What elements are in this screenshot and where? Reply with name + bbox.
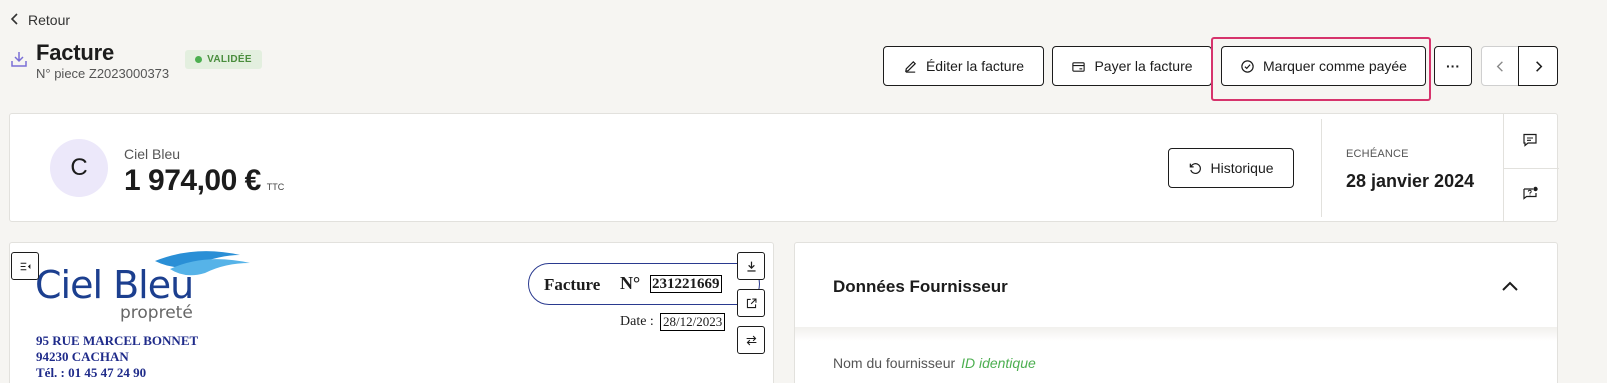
history-icon (1190, 162, 1202, 174)
divider (1321, 119, 1322, 217)
help-notification-button[interactable] (1510, 174, 1550, 214)
comment-button[interactable] (1510, 120, 1550, 160)
status-label: VALIDÉE (207, 54, 252, 65)
invoice-document-preview: Ciel Bleu propreté 95 RUE MARCEL BONNET … (9, 242, 774, 383)
document-number-label: N° (620, 273, 641, 293)
invoice-amount: 1 974,00 € TTC (124, 164, 284, 198)
supplier-name-field: Nom du fournisseur ID identique (833, 355, 1036, 371)
due-date-label: ECHÉANCE (1346, 148, 1409, 160)
logo-subtitle: propreté (120, 303, 193, 323)
pencil-icon (905, 60, 917, 73)
more-dots-icon: ··· (1446, 58, 1460, 74)
chevron-right-icon (1535, 60, 1542, 72)
status-dot-icon (195, 56, 203, 63)
swap-arrows-icon (746, 335, 756, 345)
download-icon (746, 261, 756, 272)
collapse-panel-button[interactable] (1499, 275, 1521, 297)
swap-document-button[interactable] (737, 326, 765, 354)
download-document-button[interactable] (737, 252, 765, 280)
chevron-up-icon (1502, 281, 1518, 291)
back-label: Retour (28, 12, 71, 28)
history-button[interactable]: Historique (1168, 148, 1294, 188)
card-icon (1072, 61, 1086, 72)
history-label: Historique (1210, 160, 1274, 176)
page-title: Facture (36, 40, 115, 65)
comment-icon (1523, 133, 1537, 147)
mark-paid-label: Marquer comme payée (1263, 58, 1407, 74)
download-icon (10, 50, 28, 68)
panel-collapse-icon (20, 262, 30, 270)
invoice-piece-number: N° piece Z2023000373 (36, 66, 170, 81)
page-header: Facture N° piece Z2023000373 VALIDÉE (10, 40, 262, 81)
pay-invoice-label: Payer la facture (1094, 58, 1193, 74)
amount-suffix: TTC (266, 182, 285, 192)
question-notification-icon (1523, 186, 1538, 200)
edit-invoice-button[interactable]: Éditer la facture (883, 46, 1044, 86)
open-external-button[interactable] (737, 289, 765, 317)
previous-invoice-button[interactable] (1481, 46, 1519, 86)
supplier-data-panel: Données Fournisseur Nom du fournisseur I… (794, 242, 1558, 383)
more-actions-button[interactable]: ··· (1434, 46, 1472, 86)
check-circle-icon (1241, 59, 1254, 73)
field-value[interactable]: ID identique (961, 355, 1036, 371)
next-invoice-button[interactable] (1518, 46, 1558, 86)
external-link-icon (746, 298, 756, 308)
chevron-left-icon (10, 13, 20, 27)
divider (795, 327, 1557, 341)
field-label: Nom du fournisseur (833, 355, 956, 371)
pay-invoice-button[interactable]: Payer la facture (1052, 46, 1212, 86)
document-date-label: Date : (620, 314, 654, 329)
document-date-value: 28/12/2023 (660, 313, 726, 331)
document-facture-label: Facture (544, 275, 601, 294)
back-link[interactable]: Retour (10, 12, 70, 28)
mark-paid-button[interactable]: Marquer comme payée (1221, 46, 1426, 86)
document-invoice-number: 231221669 (650, 275, 722, 293)
invoice-summary-card: C Ciel Bleu 1 974,00 € TTC Historique EC… (9, 113, 1559, 222)
address-line: Tél. : 01 45 47 24 90 (36, 365, 147, 380)
panel-title: Données Fournisseur (833, 277, 1008, 296)
amount-value: 1 974,00 € (124, 164, 261, 197)
status-badge: VALIDÉE (185, 50, 262, 69)
toggle-panel-button[interactable] (11, 252, 39, 280)
chevron-left-icon (1496, 60, 1503, 72)
supplier-name: Ciel Bleu (124, 146, 181, 162)
edit-invoice-label: Éditer la facture (925, 58, 1025, 74)
avatar: C (50, 139, 108, 197)
address-line: 95 RUE MARCEL BONNET (36, 333, 199, 348)
logo-text: Ciel Bleu (35, 263, 194, 307)
address-line: 94230 CACHAN (36, 349, 129, 364)
due-date-value: 28 janvier 2024 (1346, 171, 1475, 191)
divider (1504, 168, 1559, 169)
